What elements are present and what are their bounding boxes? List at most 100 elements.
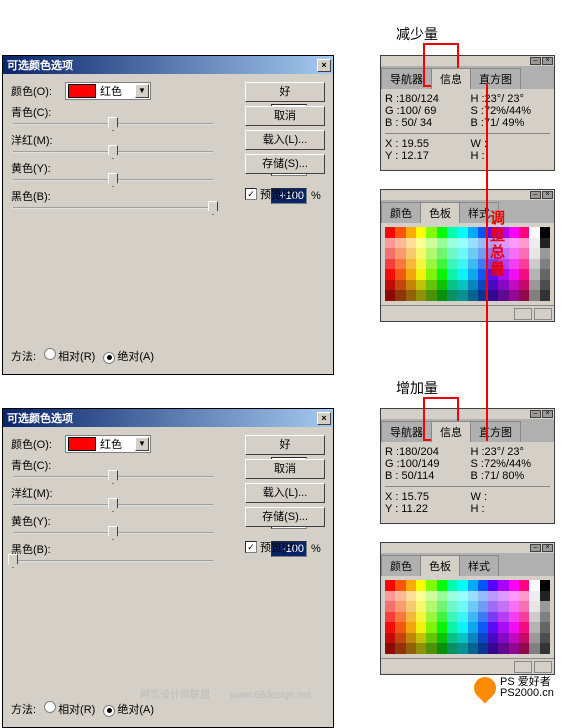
minimize-icon[interactable]: – <box>530 191 541 199</box>
colors-dropdown[interactable]: 红色 ▼ <box>65 435 151 453</box>
tab-histogram[interactable]: 直方图 <box>470 68 521 89</box>
close-icon[interactable]: × <box>542 410 553 418</box>
trash-icon[interactable] <box>534 661 552 673</box>
tab-swatches[interactable]: 色板 <box>420 555 460 576</box>
chevron-down-icon[interactable]: ▼ <box>135 84 149 98</box>
swatch-cell[interactable] <box>447 580 457 591</box>
absolute-radio[interactable]: 绝对(A) <box>103 348 154 364</box>
slider-track[interactable] <box>13 475 213 479</box>
swatch-cell[interactable] <box>416 227 426 238</box>
close-icon[interactable]: × <box>317 59 331 72</box>
tab-navigator[interactable]: 导航器 <box>381 421 432 442</box>
swatch-cell[interactable] <box>406 227 416 238</box>
tab-styles[interactable]: 样式 <box>459 555 499 576</box>
titlebar[interactable]: 可选颜色选项 × <box>3 409 333 427</box>
tab-color[interactable]: 颜色 <box>381 202 421 223</box>
swatches-palette-top: –× 颜色 色板 样式 <box>380 189 555 322</box>
swatch-cell[interactable] <box>519 227 529 238</box>
close-icon[interactable]: × <box>542 544 553 552</box>
swatch-cell[interactable] <box>406 580 416 591</box>
swatch-cell[interactable] <box>509 580 519 591</box>
swatch-cell[interactable] <box>509 227 519 238</box>
swatch-cell[interactable] <box>447 227 457 238</box>
info-palette-top: –× 导航器 信息 直方图 R :180/124 G :100/ 69 B : … <box>380 55 555 171</box>
close-icon[interactable]: × <box>542 57 553 65</box>
footer-text-2: www.68design.net <box>230 690 311 701</box>
footer-text-1: 网页设计师联盟 <box>140 686 210 701</box>
save-button[interactable]: 存储(S)... <box>245 507 325 527</box>
load-button[interactable]: 载入(L)... <box>245 483 325 503</box>
swatch-cell[interactable] <box>519 580 529 591</box>
tab-histogram[interactable]: 直方图 <box>470 421 521 442</box>
swatch-cell[interactable] <box>385 580 395 591</box>
info-tabs[interactable]: 导航器 信息 直方图 <box>381 66 554 89</box>
swatch-cell[interactable] <box>395 227 405 238</box>
swatch-cell[interactable] <box>416 580 426 591</box>
slider-thumb[interactable] <box>108 498 118 512</box>
swatch-cell[interactable] <box>395 580 405 591</box>
anno-adjust: 调整总量 <box>486 210 507 278</box>
slider-thumb[interactable] <box>108 173 118 187</box>
absolute-radio[interactable]: 绝对(A) <box>103 701 154 717</box>
logo-icon <box>469 672 500 703</box>
color-label: 颜色(O): <box>11 436 65 452</box>
slider-thumb[interactable] <box>108 526 118 540</box>
slider-label: 黄色(Y): <box>11 160 65 176</box>
trash-icon[interactable] <box>534 308 552 320</box>
chevron-down-icon[interactable]: ▼ <box>135 437 149 451</box>
swatch-cell[interactable] <box>437 580 447 591</box>
close-icon[interactable]: × <box>542 191 553 199</box>
swatch-grid[interactable] <box>385 580 550 654</box>
cancel-button[interactable]: 取消 <box>245 106 325 126</box>
preview-checkbox[interactable]: ✓预览(P) <box>245 186 325 202</box>
new-swatch-icon[interactable] <box>514 661 532 673</box>
swatch-cell[interactable] <box>426 227 436 238</box>
ok-button[interactable]: 好 <box>245 435 325 455</box>
slider-track[interactable] <box>13 150 213 154</box>
slider-thumb[interactable] <box>8 554 18 568</box>
slider-thumb[interactable] <box>108 117 118 131</box>
tab-info[interactable]: 信息 <box>431 421 471 442</box>
relative-radio[interactable]: 相对(R) <box>44 348 95 364</box>
swatch-cell[interactable] <box>437 227 447 238</box>
save-button[interactable]: 存储(S)... <box>245 154 325 174</box>
slider-label: 黄色(Y): <box>11 513 65 529</box>
cancel-button[interactable]: 取消 <box>245 459 325 479</box>
tab-color[interactable]: 颜色 <box>381 555 421 576</box>
minimize-icon[interactable]: – <box>530 57 541 65</box>
tab-info[interactable]: 信息 <box>431 68 471 89</box>
swatch-cell[interactable] <box>468 580 478 591</box>
relative-radio[interactable]: 相对(R) <box>44 701 95 717</box>
slider-label: 黑色(B): <box>11 188 65 204</box>
slider-track[interactable] <box>13 206 213 210</box>
slider-track[interactable] <box>13 531 213 535</box>
swatch-cell[interactable] <box>468 227 478 238</box>
swatch-cell[interactable] <box>385 227 395 238</box>
load-button[interactable]: 载入(L)... <box>245 130 325 150</box>
ok-button[interactable]: 好 <box>245 82 325 102</box>
slider-thumb[interactable] <box>108 470 118 484</box>
colors-dropdown[interactable]: 红色 ▼ <box>65 82 151 100</box>
close-icon[interactable]: × <box>317 412 331 425</box>
minimize-icon[interactable]: – <box>530 544 541 552</box>
slider-track[interactable] <box>13 559 213 563</box>
new-swatch-icon[interactable] <box>514 308 532 320</box>
minimize-icon[interactable]: – <box>530 410 541 418</box>
swatch-cell[interactable] <box>457 227 467 238</box>
slider-label: 黑色(B): <box>11 541 65 557</box>
slider-track[interactable] <box>13 178 213 182</box>
slider-track[interactable] <box>13 503 213 507</box>
tab-navigator[interactable]: 导航器 <box>381 68 432 89</box>
titlebar[interactable]: 可选颜色选项 × <box>3 56 333 74</box>
swatch-cell[interactable] <box>488 580 498 591</box>
swatch-cell[interactable] <box>426 580 436 591</box>
swatch-grid[interactable] <box>385 227 550 301</box>
slider-thumb[interactable] <box>108 145 118 159</box>
tab-swatches[interactable]: 色板 <box>420 202 460 223</box>
slider-thumb[interactable] <box>208 201 218 215</box>
swatch-cell[interactable] <box>498 580 508 591</box>
swatch-cell[interactable] <box>478 580 488 591</box>
swatch-cell[interactable] <box>457 580 467 591</box>
slider-track[interactable] <box>13 122 213 126</box>
preview-checkbox[interactable]: ✓预览(P) <box>245 539 325 555</box>
